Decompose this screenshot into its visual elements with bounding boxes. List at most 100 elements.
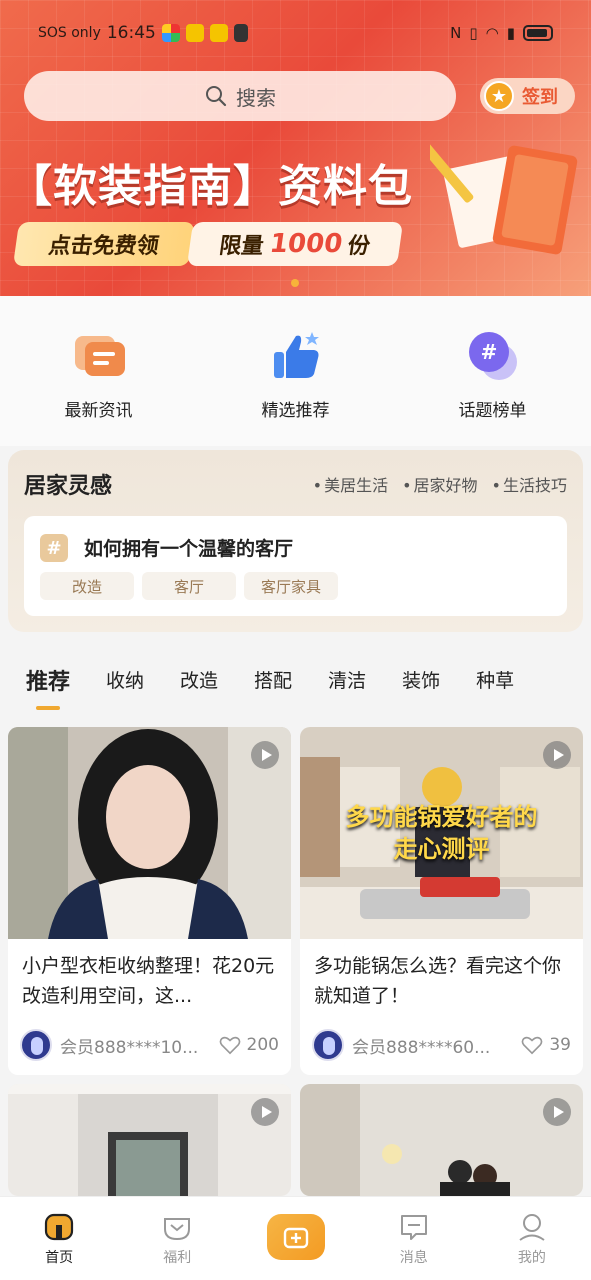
quick-entry-label: 话题榜单 [458,401,527,421]
promo-banner[interactable]: SOS only 16:45 N ▯ ◠ ▮ 搜索 ★ 签到 【软装指南】资料包… [0,0,591,296]
clock: 16:45 [106,23,156,43]
overlay-line: 走心测评 [393,835,490,863]
quick-entry-row: 最新资讯 精选推荐 # 话题榜单 [0,296,591,446]
overlay-line: 多功能锅爱好者的 [345,803,538,831]
tab-cleaning[interactable]: 清洁 [328,654,366,693]
message-icon [400,1215,427,1240]
like-count: 200 [246,1035,279,1055]
like-count: 39 [549,1035,571,1055]
home-icon [44,1213,74,1241]
video-thumbnail [8,1084,291,1196]
limit-prefix: 限量 [217,234,266,259]
topic-chips: 改造 客厅 客厅家具 [40,572,338,600]
heart-icon [522,1036,543,1055]
play-icon [543,741,571,769]
news-icon [74,336,125,376]
search-icon [206,86,227,107]
tab-decoration[interactable]: 装饰 [402,654,440,693]
nav-messages[interactable]: 消息 [355,1197,473,1280]
profile-icon [519,1214,545,1241]
nav-label: 福利 [163,1250,192,1266]
home-inspiration-card: 居家灵感 美居生活 居家好物 生活技巧 # 如何拥有一个温馨的客厅 改造 客厅 … [8,450,583,632]
carousel-indicator [291,279,299,287]
avatar [312,1029,344,1061]
section-title: 居家灵感 [24,474,113,499]
play-icon [251,1098,279,1126]
category-tabs: 推荐 收纳 改造 搭配 清洁 装饰 种草 [0,654,591,714]
app-notification-icon [233,24,248,42]
banner-title: 【软装指南】资料包 [8,161,413,212]
author[interactable]: 会员888****60... [312,1029,490,1061]
search-input[interactable]: 搜索 [24,71,456,121]
bottom-navigation: 首页 福利 消息 我的 [0,1196,591,1280]
video-thumbnail [8,727,291,939]
video-thumbnail [300,1084,583,1196]
carrier-text: SOS only [38,25,101,41]
nav-welfare[interactable]: 福利 [118,1197,236,1280]
topic-chip[interactable]: 客厅 [142,572,236,600]
play-icon [543,1098,571,1126]
author-name: 会员888****60... [352,1037,491,1058]
inspiration-tag[interactable]: 居家好物 [402,472,478,496]
topic-chip[interactable]: 改造 [40,572,134,600]
status-bar: SOS only 16:45 N ▯ ◠ ▮ [38,20,553,46]
feed-card[interactable]: 多功能锅爱好者的 走心测评 多功能锅怎么选？看完这个你就知道了！ 会员888**… [300,727,583,1075]
card-title: 小户型衣柜收纳整理！花20元改造利用空间，这... [22,955,275,1007]
limit-suffix: 份 [346,234,372,259]
tab-storage[interactable]: 收纳 [106,654,144,693]
nav-label: 首页 [45,1250,74,1266]
topic-title: 如何拥有一个温馨的客厅 [84,538,294,560]
limit-number: 1000 [267,229,345,259]
inspiration-tags: 美居生活 居家好物 生活技巧 [313,472,567,496]
wifi-icon: ◠ [485,24,499,42]
quick-entry-label: 精选推荐 [261,401,330,421]
topic-hash-icon: # [468,332,517,380]
feed-card[interactable] [300,1084,583,1196]
app-notification-icon [185,24,204,42]
nav-profile[interactable]: 我的 [473,1197,591,1280]
card-meta: 会员888****10... 200 [20,1027,279,1063]
quick-entry-label: 最新资讯 [64,401,133,421]
card-title: 多功能锅怎么选？看完这个你就知道了！ [314,955,562,1007]
publish-icon [283,1227,308,1248]
signin-label: 签到 [522,87,558,108]
quick-entry-news[interactable]: 最新资讯 [0,296,197,446]
author[interactable]: 会员888****10... [20,1029,198,1061]
quick-entry-featured[interactable]: 精选推荐 [197,296,394,446]
feed-card[interactable] [8,1084,291,1196]
feed-card[interactable]: 小户型衣柜收纳整理！花20元改造利用空间，这... 会员888****10...… [8,727,291,1075]
topic-chip[interactable]: 客厅家具 [244,572,338,600]
nav-label: 我的 [517,1250,546,1266]
gift-icon [164,1218,191,1241]
avatar [20,1029,52,1061]
svg-text:#: # [480,340,497,364]
nav-home[interactable]: 首页 [0,1197,118,1280]
hash-icon: # [40,534,68,562]
heart-icon [219,1036,240,1055]
nav-publish[interactable] [236,1197,354,1280]
thumbs-up-icon [273,332,319,378]
star-icon: ★ [484,81,514,111]
tab-matching[interactable]: 搭配 [254,654,292,693]
app-notification-icon [161,24,180,42]
tab-recommend[interactable]: 推荐 [26,654,70,696]
tab-renovation[interactable]: 改造 [180,654,218,693]
nfc-icon: N [450,24,462,42]
book-illustration [430,137,578,255]
signin-button[interactable]: ★ 签到 [480,78,575,114]
card-meta: 会员888****60... 39 [312,1027,571,1063]
inspiration-tag[interactable]: 美居生活 [313,472,388,496]
tab-seeding[interactable]: 种草 [476,654,514,693]
claim-free-button[interactable]: 点击免费领 [12,222,196,266]
limited-quantity-badge: 限量 1000 份 [186,222,404,266]
quick-entry-topics[interactable]: # 话题榜单 [394,296,591,446]
vibrate-icon: ▯ [469,24,478,42]
like-button[interactable]: 200 [219,1035,279,1055]
video-overlay-text: 多功能锅爱好者的 走心测评 [300,801,583,865]
inspiration-tag[interactable]: 生活技巧 [492,472,567,496]
like-button[interactable]: 39 [521,1035,571,1055]
search-placeholder: 搜索 [236,85,276,110]
topic-card[interactable]: # 如何拥有一个温馨的客厅 改造 客厅 客厅家具 [24,516,567,616]
battery-icon [523,25,553,41]
publish-button[interactable] [266,1213,325,1260]
